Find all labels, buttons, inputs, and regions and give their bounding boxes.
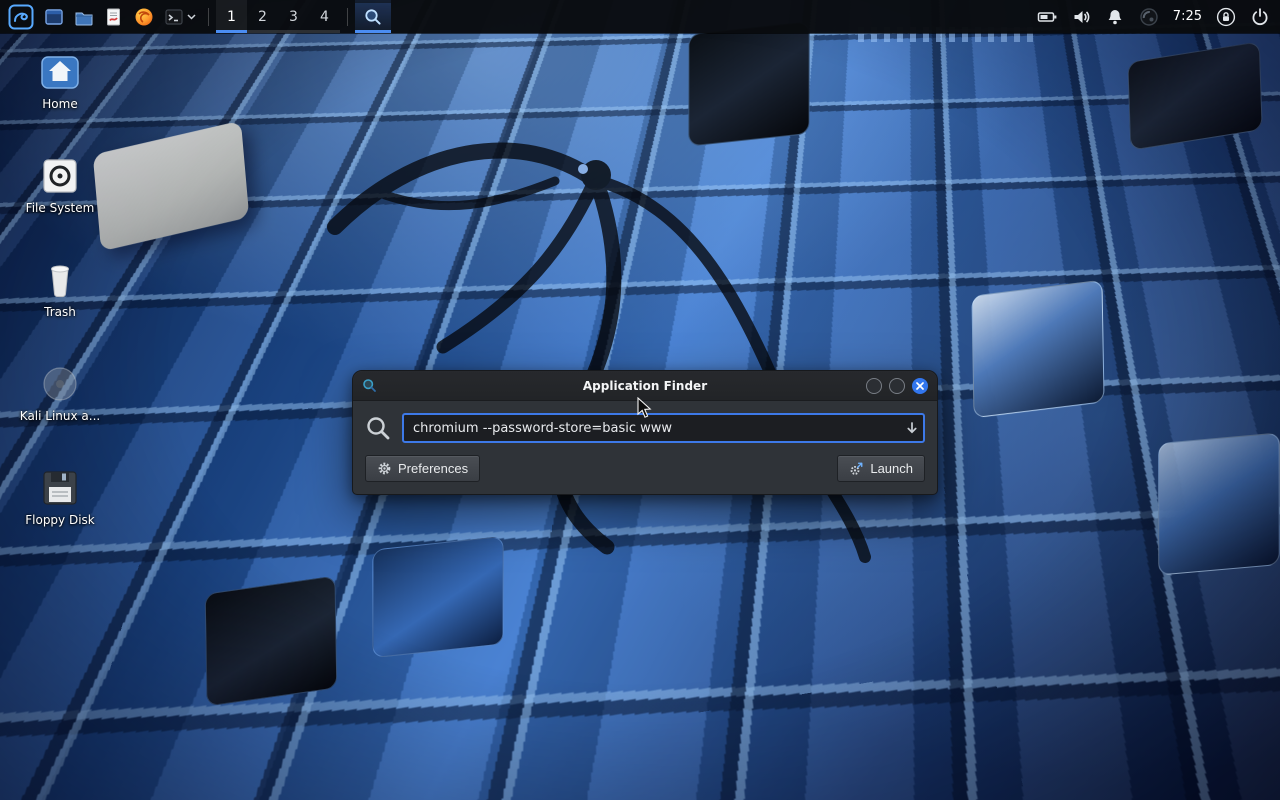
kali-menu-icon: [8, 4, 34, 30]
battery-icon[interactable]: [1037, 7, 1058, 27]
launch-button[interactable]: Launch: [837, 455, 925, 482]
desktop-icon-floppy-disk[interactable]: Floppy Disk: [14, 468, 106, 527]
desktop-icon-column: Home File System Trash Kali Linux a...: [14, 52, 106, 527]
text-editor-icon: [104, 7, 124, 27]
history-dropdown-icon[interactable]: [906, 422, 918, 435]
panel-right-group: 7:25: [1037, 0, 1280, 33]
window-app-button[interactable]: [39, 0, 69, 33]
maximize-button[interactable]: [889, 378, 905, 394]
file-manager-button[interactable]: [69, 0, 99, 33]
launch-icon: [849, 461, 864, 476]
file-system-icon: [38, 156, 82, 196]
desktop-icon-home[interactable]: Home: [14, 52, 106, 111]
panel-left-group: 1 2 3 4: [0, 0, 391, 33]
kali-disc-icon: [38, 364, 82, 404]
workspace-1[interactable]: 1: [216, 0, 247, 33]
minimize-button[interactable]: [866, 378, 882, 394]
appfinder-task-icon: [364, 8, 382, 26]
floppy-disk-icon: [38, 468, 82, 508]
desktop-icon-label: Trash: [44, 305, 76, 319]
workspace-3-label: 3: [289, 9, 298, 25]
gear-icon: [377, 461, 392, 476]
workspace-2[interactable]: 2: [247, 0, 278, 33]
firefox-icon: [134, 7, 154, 27]
chevron-down-icon: [187, 14, 196, 20]
desktop-icon-label: Kali Linux a...: [20, 409, 100, 423]
desktop-icon-kali-linux[interactable]: Kali Linux a...: [14, 364, 106, 423]
panel-separator: [347, 8, 348, 26]
workspace-3[interactable]: 3: [278, 0, 309, 33]
close-button[interactable]: [912, 378, 928, 394]
mouse-cursor: [637, 397, 653, 419]
firefox-button[interactable]: [129, 0, 159, 33]
volume-icon[interactable]: [1072, 7, 1091, 27]
file-manager-icon: [74, 7, 94, 27]
appfinder-task-button[interactable]: [355, 0, 391, 33]
preferences-label: Preferences: [398, 461, 468, 476]
clock[interactable]: 7:25: [1173, 9, 1202, 24]
bell-icon[interactable]: [1105, 7, 1125, 27]
preferences-button[interactable]: Preferences: [365, 455, 480, 482]
application-finder-window: Application Finder: [352, 370, 938, 495]
command-input[interactable]: [402, 413, 925, 443]
desktop-icon-file-system[interactable]: File System: [14, 156, 106, 215]
window-controls: [866, 378, 928, 394]
power-icon[interactable]: [1250, 7, 1270, 27]
desktop-icon-label: File System: [26, 201, 95, 215]
home-icon: [38, 52, 82, 92]
lock-icon[interactable]: [1216, 7, 1236, 27]
trash-icon: [38, 260, 82, 300]
desktop-icon-label: Floppy Disk: [25, 513, 95, 527]
workspace-2-label: 2: [258, 9, 267, 25]
terminal-button[interactable]: [159, 0, 201, 33]
workspace-1-label: 1: [227, 9, 236, 25]
text-editor-button[interactable]: [99, 0, 129, 33]
terminal-icon: [164, 7, 184, 27]
workspace-4[interactable]: 4: [309, 0, 340, 33]
window-title: Application Finder: [353, 379, 937, 393]
kali-menu-button[interactable]: [3, 0, 39, 33]
command-input-wrap: [402, 413, 925, 443]
desktop-icon-label: Home: [42, 97, 77, 111]
search-icon: [365, 415, 391, 441]
close-icon: [916, 382, 924, 390]
panel-separator: [208, 8, 209, 26]
status-orb-icon[interactable]: [1139, 7, 1159, 27]
workspace-4-label: 4: [320, 9, 329, 25]
appfinder-window-icon: [362, 378, 377, 393]
desktop-icon-trash[interactable]: Trash: [14, 260, 106, 319]
window-icon: [44, 7, 64, 27]
button-row: Preferences Launch: [365, 455, 925, 482]
top-panel: 1 2 3 4 7:2: [0, 0, 1280, 33]
launch-label: Launch: [870, 461, 913, 476]
